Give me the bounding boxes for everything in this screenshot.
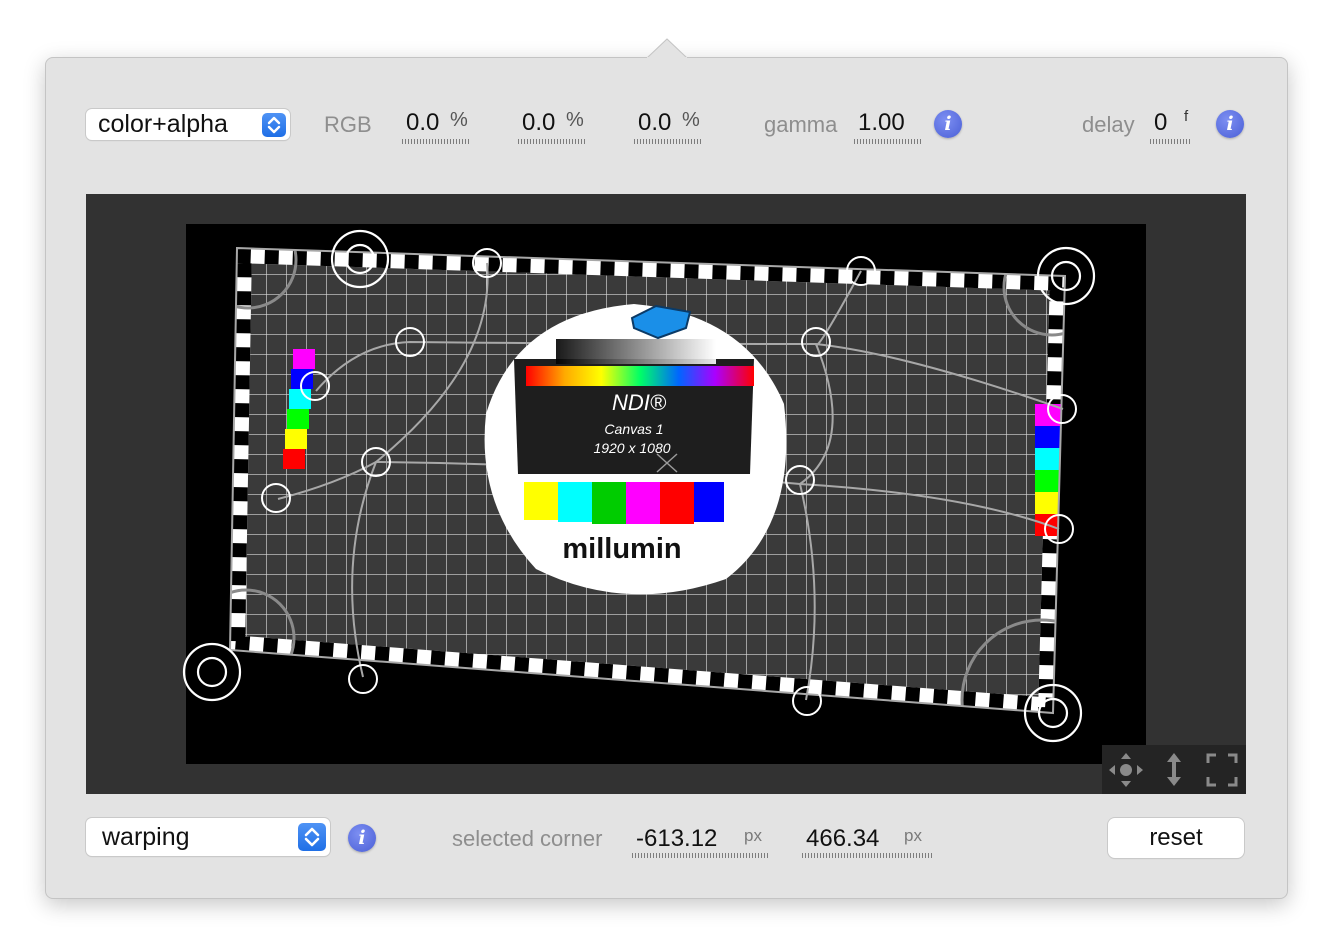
move-icon (1109, 753, 1143, 787)
mapping-info-icon[interactable]: i (348, 824, 376, 852)
card-resolution: 1920 x 1080 (593, 440, 670, 456)
corner-y-value[interactable]: 466.34 (806, 825, 879, 853)
gamma-value[interactable]: 1.00 (858, 109, 905, 137)
vertical-move-tool[interactable] (1152, 745, 1196, 794)
mapping-select[interactable]: warping (86, 818, 330, 856)
fullscreen-tool[interactable] (1200, 745, 1244, 794)
corner-y-unit: px (904, 826, 922, 845)
mapping-select-value: warping (102, 823, 190, 851)
blue-value[interactable]: 0.0 (638, 109, 671, 137)
green-value[interactable]: 0.0 (522, 109, 555, 137)
fullscreen-icon (1206, 753, 1238, 787)
delay-info-icon[interactable]: i (1216, 110, 1244, 138)
corner-x-slider[interactable] (632, 853, 770, 858)
ndi-card: NDI® Canvas 1 1920 x 1080 millumin (484, 304, 787, 595)
rgb-label: RGB (324, 112, 372, 137)
selected-corner-label: selected corner (452, 826, 603, 851)
warped-test-pattern[interactable]: NDI® Canvas 1 1920 x 1080 millumin (86, 194, 1246, 794)
corner-x-unit: px (744, 826, 762, 845)
mode-select-value: color+alpha (98, 110, 228, 138)
delay-label: delay (1082, 112, 1135, 137)
reset-button[interactable]: reset (1108, 818, 1244, 858)
vertical-arrow-icon (1167, 753, 1181, 786)
gamma-info-icon[interactable]: i (934, 110, 962, 138)
green-slider[interactable] (518, 139, 585, 144)
green-unit: % (566, 109, 584, 131)
corner-x-value[interactable]: -613.12 (636, 825, 717, 853)
preview-tools (1102, 745, 1246, 794)
blue-unit: % (682, 109, 700, 131)
mode-select[interactable]: color+alpha (86, 109, 290, 140)
select-stepper-icon (298, 823, 326, 851)
delay-unit: f (1184, 108, 1189, 125)
card-subtitle: Canvas 1 (604, 421, 663, 437)
red-value[interactable]: 0.0 (406, 109, 439, 137)
gamma-label: gamma (764, 112, 838, 137)
select-stepper-icon (262, 113, 286, 137)
popover-arrow (647, 38, 687, 58)
delay-value[interactable]: 0 (1154, 109, 1167, 137)
blue-slider[interactable] (634, 139, 701, 144)
move-tool[interactable] (1104, 745, 1148, 794)
corner-y-slider[interactable] (802, 853, 932, 858)
warp-preview[interactable]: NDI® Canvas 1 1920 x 1080 millumin (86, 194, 1246, 794)
red-slider[interactable] (402, 139, 469, 144)
card-title: NDI® (612, 390, 667, 415)
gamma-slider[interactable] (854, 139, 921, 144)
card-brand: millumin (562, 533, 681, 565)
red-unit: % (450, 109, 468, 131)
delay-slider[interactable] (1150, 139, 1192, 144)
